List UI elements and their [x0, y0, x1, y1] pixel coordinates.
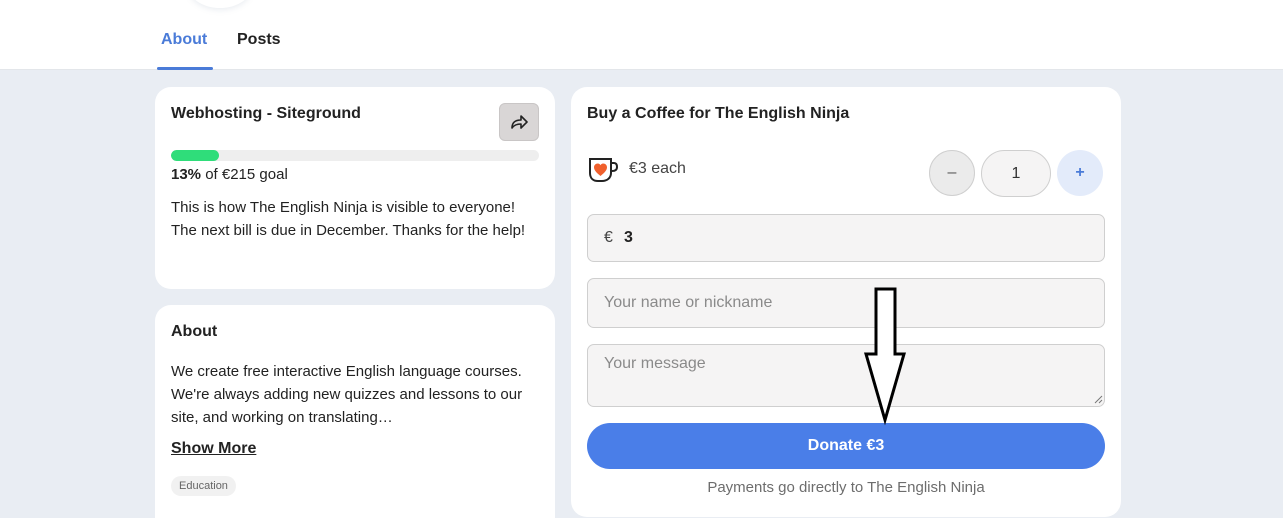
annotation-arrow-icon: [864, 287, 906, 426]
resize-handle-icon[interactable]: [1093, 394, 1103, 404]
donate-title: Buy a Coffee for The English Ninja: [587, 105, 850, 122]
about-text: We create free interactive English langu…: [171, 363, 523, 426]
goal-card: Webhosting - Siteground 13% of €215 goal…: [155, 87, 555, 289]
quantity-increase-button[interactable]: +: [1057, 150, 1103, 196]
profile-header: About Posts: [0, 0, 1283, 70]
about-title: About: [171, 323, 218, 340]
category-tag[interactable]: Education: [171, 476, 236, 496]
show-more-link[interactable]: Show More: [171, 440, 256, 458]
active-tab-indicator: [157, 67, 213, 70]
goal-progress-text: 13% of €215 goal: [171, 166, 288, 183]
amount-input[interactable]: [624, 225, 1084, 251]
quantity-value[interactable]: 1: [981, 150, 1051, 197]
about-card: About We create free interactive English…: [155, 305, 555, 518]
donate-card: Buy a Coffee for The English Ninja €3 ea…: [571, 87, 1121, 517]
name-input[interactable]: [587, 278, 1105, 328]
goal-progress-bar: [171, 150, 539, 161]
goal-title: Webhosting - Siteground: [171, 105, 361, 122]
message-textarea[interactable]: [587, 344, 1105, 407]
price-per-coffee: €3 each: [629, 160, 686, 177]
goal-description: This is how The English Ninja is visible…: [171, 199, 526, 239]
share-icon: [511, 115, 528, 129]
coffee-cup-icon: [589, 158, 619, 182]
goal-amount: of €215 goal: [201, 166, 288, 183]
tab-posts[interactable]: Posts: [237, 31, 281, 49]
quantity-decrease-button[interactable]: –: [929, 150, 975, 196]
share-button[interactable]: [499, 103, 539, 141]
amount-field[interactable]: €: [587, 214, 1105, 262]
goal-progress-fill: [171, 150, 219, 161]
payments-note: Payments go directly to The English Ninj…: [707, 479, 985, 496]
goal-percent: 13%: [171, 166, 202, 183]
currency-symbol: €: [604, 229, 613, 246]
avatar: [188, 0, 252, 8]
tab-about[interactable]: About: [161, 31, 207, 49]
donate-button[interactable]: Donate €3: [587, 423, 1105, 469]
